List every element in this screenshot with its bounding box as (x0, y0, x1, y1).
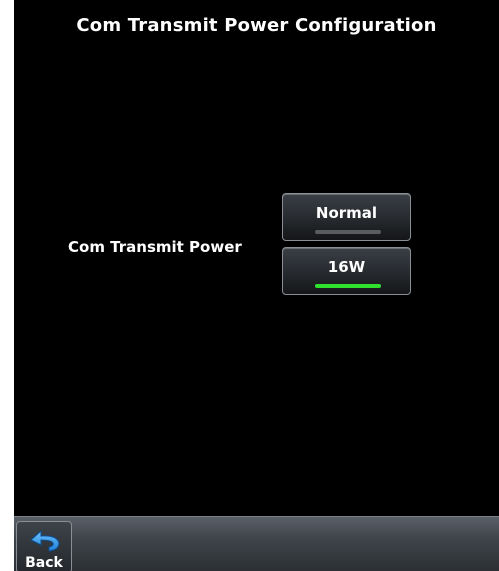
com-transmit-power-label: Com Transmit Power (68, 238, 242, 256)
page-title: Com Transmit Power Configuration (76, 15, 437, 36)
back-button-label: Back (25, 555, 63, 571)
display-bezel (0, 0, 14, 571)
back-button[interactable]: Back (16, 521, 72, 571)
normal-option-button[interactable]: Normal (282, 193, 411, 241)
16w-option-label: 16W (327, 258, 366, 276)
16w-option-indicator (315, 284, 381, 288)
16w-option-button[interactable]: 16W (282, 247, 411, 295)
back-arrow-icon (30, 529, 60, 552)
display-screen: Com Transmit Power Configuration Com Tra… (14, 0, 499, 571)
normal-option-indicator (315, 230, 381, 234)
bottom-button-bar: Back (14, 516, 499, 571)
normal-option-label: Normal (315, 204, 378, 222)
